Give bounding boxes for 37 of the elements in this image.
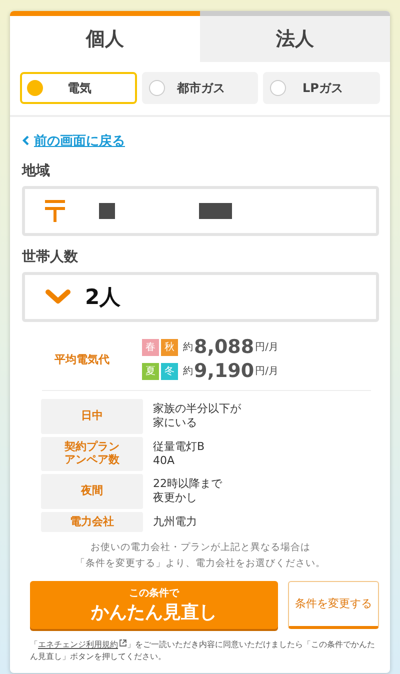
average-cost-label: 平均電気代 — [54, 352, 110, 366]
season-tag: 秋 — [161, 338, 178, 356]
detail-value: 22時以降まで 夜更かし — [153, 476, 222, 506]
field-label: 地域 — [22, 162, 51, 180]
detail-value: 九州電力 — [153, 514, 197, 530]
energy-option[interactable]: 電気 — [20, 72, 137, 104]
price-unit: 円/月 — [255, 365, 278, 378]
detail-value: 家族の半分以下が 家にいる — [153, 401, 241, 432]
notice-text: お使いの電力会社・プランが上記と異なる場合は 「条件を変更する」より、電力会社をお選びください。 — [74, 541, 326, 571]
detail-label: 電力会社 — [41, 512, 143, 532]
chevron-left-icon — [22, 135, 30, 146]
field-label: 世帯人数 — [22, 248, 79, 266]
redaction-mark — [99, 203, 115, 219]
energy-option[interactable]: LPガス — [263, 72, 380, 104]
terms-link[interactable]: エネチェンジ利用規約 — [38, 640, 127, 649]
postal-code-field[interactable] — [22, 186, 379, 236]
postal-mark-icon — [45, 200, 65, 222]
energy-option[interactable]: 都市ガス — [142, 72, 258, 104]
detail-label: 契約プラン アンペア数 — [41, 436, 143, 472]
season-tag: 夏 — [142, 362, 159, 380]
external-link-icon — [119, 638, 127, 647]
detail-label: 日中 — [41, 399, 143, 434]
tab[interactable]: 法人 — [200, 11, 390, 62]
price-amount: 8,088 — [194, 336, 254, 358]
terms-note: 「エネチェンジ利用規約 」をご一読いただき内容に同意いただけましたら「この条件でかんたん見直し」ボタンを押してください。 — [30, 638, 376, 663]
household-select[interactable]: 2人 — [22, 272, 379, 322]
detail-label: 夜間 — [41, 474, 143, 509]
season-tag: 春 — [142, 338, 159, 356]
redaction-mark — [199, 203, 232, 219]
chevron-down-icon — [45, 289, 71, 305]
season-tag: 冬 — [161, 362, 178, 380]
price-unit: 円/月 — [255, 341, 278, 354]
tab[interactable]: 個人 — [10, 11, 200, 62]
approx-label: 約 — [183, 341, 193, 354]
price-amount: 9,190 — [194, 360, 254, 382]
detail-value: 従量電灯B 40A — [153, 438, 205, 469]
approx-label: 約 — [183, 365, 193, 378]
